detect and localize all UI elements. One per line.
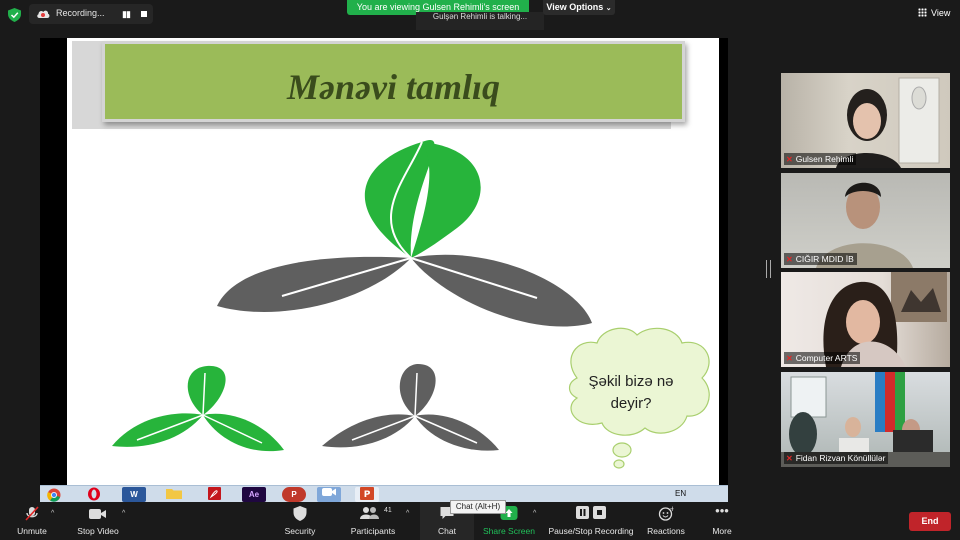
pause-recording-icon[interactable]: ▮▮ [122,9,131,20]
view-label: View [931,8,951,18]
more-label: More [712,526,732,536]
video-options-caret[interactable]: ^ [122,510,125,517]
share-screen-label: Share Screen [483,526,535,536]
windows-taskbar: W Ae P P EN [40,485,728,502]
chevron-down-icon: ⌄ [605,5,612,12]
participant-video-tile[interactable]: ✕ Fidan Rizvan Könüllülər [781,372,950,467]
participants-options-caret[interactable]: ^ [406,510,409,517]
cloud-record-icon [37,10,50,18]
security-shield-icon [293,506,307,521]
mic-muted-icon: ✕ [786,454,793,463]
stop-video-label: Stop Video [77,526,119,536]
zoom-icon[interactable] [317,487,341,502]
speech-bubble-text: Şəkil bizə nə deyir? [586,371,676,415]
pause-stop-recording-button[interactable]: Pause/Stop Recording [548,502,634,540]
reactions-emoji-icon: + [658,506,674,521]
security-button[interactable]: Security [280,502,320,540]
small-green-trefoil [112,365,284,452]
meeting-top-bar: Recording... ▮▮ You are viewing Gulsen R… [0,0,960,30]
view-options-label: View Options [546,2,604,12]
more-dots-icon: ••• [715,503,729,518]
mic-muted-icon: ✕ [786,354,793,363]
powerpoint-icon[interactable]: P [355,487,379,502]
share-options-caret[interactable]: ^ [533,510,536,517]
participants-count: 41 [384,507,392,514]
reactions-button[interactable]: + Reactions [644,502,688,540]
leaf-illustration [112,139,710,469]
participant-video-tile[interactable]: ✕ CIĞIR MDID İB [781,173,950,268]
mic-muted-icon [25,506,39,521]
video-camera-icon [89,509,106,519]
participant-name-tag: ✕ Fidan Rizvan Könüllülər [784,452,889,464]
language-indicator[interactable]: EN [675,489,686,498]
more-button[interactable]: ••• More [704,502,740,540]
participant-video-tile[interactable]: ✕ Gulsen Rehimli [781,73,950,168]
opera-icon[interactable] [82,487,106,502]
participant-name-tag: ✕ CIĞIR MDID İB [784,253,857,265]
participants-label: Participants [350,526,396,536]
word-icon[interactable]: W [122,487,146,502]
app-p-icon[interactable]: P [282,487,306,502]
chat-tooltip: Chat (Alt+H) [450,500,506,514]
recording-label: Recording... [56,8,105,18]
pdf-icon[interactable] [202,487,226,502]
reactions-label: Reactions [647,526,685,536]
chat-label: Chat [438,526,456,536]
folder-icon[interactable] [162,487,186,502]
participants-button[interactable]: 41 Participants [348,502,398,540]
large-trefoil [217,139,592,327]
pause-stop-recording-label: Pause/Stop Recording [548,526,634,536]
unmute-label: Unmute [17,526,47,536]
shield-icon[interactable] [8,8,21,22]
chrome-icon[interactable] [42,487,66,502]
svg-text:+: + [670,506,674,513]
after-effects-icon[interactable]: Ae [242,487,266,502]
bubble-line-1: Şəkil bizə nə [588,373,674,390]
participants-icon [360,507,379,519]
stop-recording-icon[interactable] [141,11,147,17]
grid-icon [918,8,927,17]
active-speaker-label: Gulşən Rehimli is talking... [416,12,544,30]
pause-stop-icon [576,506,606,519]
audio-options-caret[interactable]: ^ [51,510,54,517]
stop-video-button[interactable]: Stop Video [72,502,124,540]
view-options-button[interactable]: View Options ⌄ [543,0,615,15]
unmute-button[interactable]: Unmute [10,502,54,540]
shared-screen: Mənəvi tamlıq Şəkil bizə nə deyir? W Ae … [40,38,728,502]
security-label: Security [284,526,316,536]
presentation-slide: Mənəvi tamlıq Şəkil bizə nə deyir? [67,38,719,485]
small-grey-trefoil [322,363,499,451]
end-meeting-button[interactable]: End [909,512,951,531]
mic-muted-icon: ✕ [786,155,793,164]
participant-name-tag: ✕ Gulsen Rehimli [784,153,857,165]
bubble-line-2: deyir? [610,395,652,412]
participant-name-tag: ✕ Computer ARTS [784,352,861,364]
view-layout-button[interactable]: View [918,8,950,18]
mic-muted-icon: ✕ [786,255,793,264]
participant-video-tile[interactable]: ✕ Computer ARTS [781,272,950,367]
panel-resize-handle[interactable] [766,260,771,278]
recording-indicator: Recording... ▮▮ [29,4,153,24]
svg-text:P: P [364,490,371,500]
